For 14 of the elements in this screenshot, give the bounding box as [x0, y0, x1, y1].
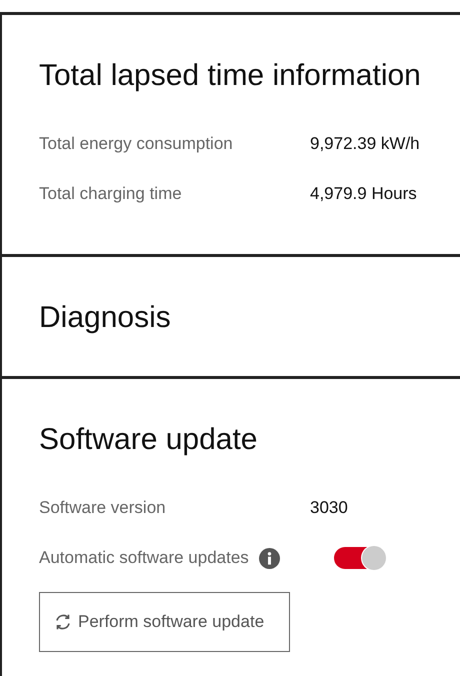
- perform-update-button[interactable]: Perform software update: [39, 592, 290, 652]
- field-label: Automatic software updates: [39, 548, 249, 568]
- field-label: Total charging time: [39, 184, 183, 204]
- field-label: Total energy consumption: [39, 134, 234, 154]
- section-title: Software update: [39, 422, 258, 458]
- section-title: Total lapsed time information: [39, 58, 422, 94]
- field-value: 9,972.39 kW/h: [310, 134, 421, 154]
- section-title: Diagnosis: [39, 300, 172, 336]
- refresh-icon: [54, 613, 72, 631]
- toggle-switch[interactable]: [334, 547, 386, 569]
- field-label: Software version: [39, 498, 167, 518]
- info-icon[interactable]: [258, 548, 280, 568]
- field-value: 3030: [310, 498, 349, 518]
- field-value: 4,979.9 Hours: [310, 184, 418, 204]
